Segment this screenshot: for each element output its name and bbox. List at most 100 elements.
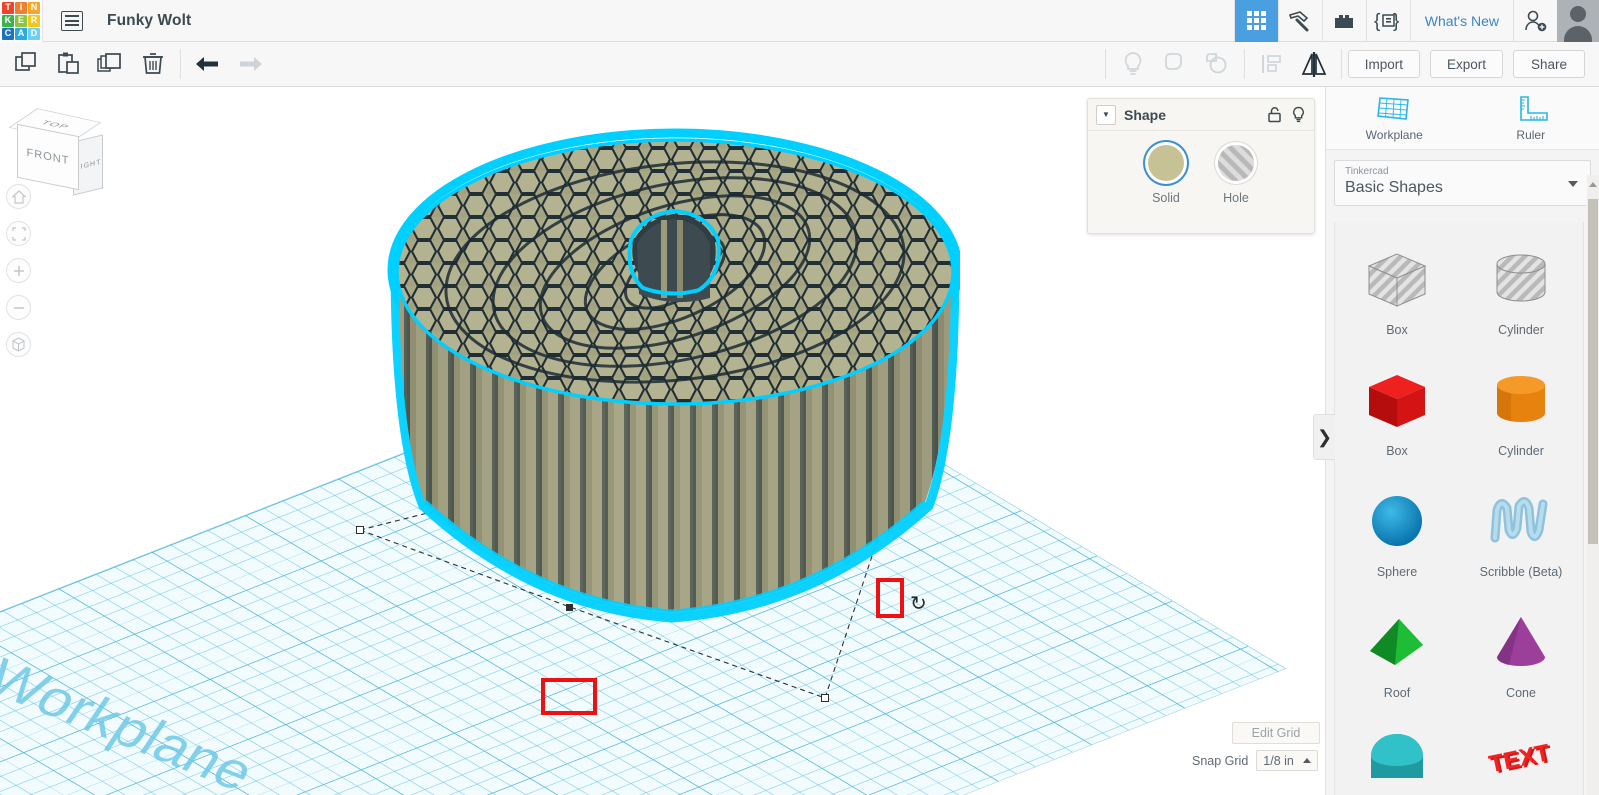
edit-grid-button[interactable]: Edit Grid: [1232, 722, 1320, 744]
group-shape-icon: [1164, 53, 1182, 70]
shape-cylinder-orange[interactable]: Cylinder: [1459, 343, 1583, 464]
shape-roof-green[interactable]: Roof: [1335, 585, 1459, 706]
duplicate-button[interactable]: [90, 42, 132, 87]
undo-arrow-icon: [196, 57, 218, 71]
light-bulb-button[interactable]: [1112, 42, 1154, 87]
scroll-up-arrow-icon[interactable]: [1589, 182, 1597, 187]
logo-tile-k: K: [2, 14, 14, 27]
nav-circuits-button[interactable]: [1277, 0, 1322, 42]
delete-button[interactable]: [132, 42, 174, 87]
snap-grid-label: Snap Grid: [1192, 753, 1249, 768]
hole-label: Hole: [1223, 191, 1249, 205]
shape-cylinder-hole[interactable]: Cylinder: [1459, 222, 1583, 343]
share-button[interactable]: Share: [1513, 50, 1585, 78]
fit-brackets-icon: [11, 226, 26, 241]
shape-sphere-blue[interactable]: Sphere: [1335, 464, 1459, 585]
duplicate-icon: [97, 53, 121, 72]
align-icon: [1261, 55, 1281, 73]
shapes-sidebar: Workplane Ruler Tinkercad Basic Shapes B…: [1325, 87, 1599, 795]
grid-icon: [1246, 11, 1266, 30]
top-bar-right: { } What's New: [1233, 0, 1599, 42]
align-button[interactable]: [1251, 42, 1293, 87]
brick-icon: [1335, 14, 1354, 28]
logo-tile-c: C: [2, 27, 14, 40]
bbox-corner-handle-bottom[interactable]: [821, 694, 829, 702]
shape-grid: Box Cylinder Box Cylinder Sphere Scribbl…: [1335, 222, 1583, 795]
paste-button[interactable]: [48, 42, 90, 87]
teal-halfcylinder-icon: [1352, 720, 1442, 790]
shape-label: Box: [1386, 323, 1408, 337]
unlock-icon[interactable]: [1267, 106, 1282, 123]
page-title: Funky Wolt: [107, 11, 192, 29]
view-cube[interactable]: RIGHT TOP FRONT: [8, 100, 103, 196]
sidebar-collapse-toggle[interactable]: ❯: [1313, 414, 1335, 460]
nav-blocks-button[interactable]: [1321, 0, 1366, 42]
shape-cone-purple[interactable]: Cone: [1459, 585, 1583, 706]
nav-designs-button[interactable]: [1233, 0, 1278, 42]
project-menu-button[interactable]: [51, 0, 93, 42]
ruler-tool[interactable]: Ruler: [1463, 87, 1599, 149]
invite-button[interactable]: [1513, 0, 1557, 42]
shape-library-grid[interactable]: Box Cylinder Box Cylinder Sphere Scribbl…: [1334, 222, 1584, 795]
collapse-panel-button[interactable]: ▼: [1096, 104, 1116, 125]
ungroup-button[interactable]: [1196, 42, 1238, 87]
chevron-down-icon: [1568, 181, 1578, 187]
divider: [1340, 49, 1342, 79]
tinkercad-logo[interactable]: TIN KER CAD: [0, 0, 42, 42]
shape-box-red[interactable]: Box: [1335, 343, 1459, 464]
shape-properties-panel[interactable]: ▼ Shape Solid Hole: [1087, 98, 1315, 234]
home-view-button[interactable]: [6, 184, 31, 209]
blue-sphere-icon: [1352, 481, 1442, 561]
chevron-up-icon: [1303, 758, 1312, 763]
copy-button[interactable]: [6, 42, 48, 87]
view-cube-front[interactable]: FRONT: [17, 123, 79, 191]
hole-swatch[interactable]: Hole: [1218, 145, 1254, 205]
fit-to-view-button[interactable]: [6, 221, 31, 246]
divider: [1104, 49, 1106, 79]
green-roof-icon: [1352, 602, 1442, 682]
divider: [42, 0, 43, 42]
shape-scribble[interactable]: Scribble (Beta): [1459, 464, 1583, 585]
avatar[interactable]: [1557, 0, 1599, 42]
red-text-icon: TEXT TEXT: [1476, 720, 1566, 790]
hole-cylinder-icon: [1476, 239, 1566, 319]
svg-text:}: }: [1393, 11, 1399, 32]
zoom-in-button[interactable]: [6, 258, 31, 283]
hole-pattern-circle: [1218, 145, 1254, 181]
solid-swatch[interactable]: Solid: [1148, 145, 1184, 205]
scrollbar-thumb[interactable]: [1588, 199, 1598, 544]
selected-3d-object[interactable]: [385, 102, 963, 632]
tinkercad-app: TINKERCAD Funky Wolt {} What's New Impo…: [0, 0, 1599, 795]
solid-label: Solid: [1152, 191, 1180, 205]
top-bar: TINKERCAD Funky Wolt {} What's New: [0, 0, 1599, 42]
svg-text:{: {: [1374, 11, 1381, 32]
shape-text-red[interactable]: TEXT TEXT: [1459, 706, 1583, 795]
shape-box-hole[interactable]: Box: [1335, 222, 1459, 343]
export-button[interactable]: Export: [1429, 50, 1503, 78]
shape-label: Cone: [1506, 686, 1536, 700]
logo-tile-t: T: [2, 1, 14, 14]
sidebar-scrollbar[interactable]: [1587, 175, 1599, 795]
mirror-button[interactable]: [1293, 42, 1335, 87]
shape-panel-icons: [1267, 106, 1306, 123]
library-select[interactable]: Tinkercad Basic Shapes: [1334, 160, 1591, 206]
zoom-out-button[interactable]: [6, 295, 31, 320]
nav-codeblocks-button[interactable]: { }: [1365, 0, 1410, 42]
logo-tile-a: A: [15, 27, 27, 40]
sidebar-tools: Workplane Ruler: [1326, 87, 1599, 150]
import-button[interactable]: Import: [1347, 50, 1420, 78]
workplane-tool[interactable]: Workplane: [1326, 87, 1463, 149]
undo-button[interactable]: [187, 42, 229, 87]
shape-panel-title: Shape: [1124, 106, 1167, 123]
group-button[interactable]: [1154, 42, 1196, 87]
home-icon: [11, 189, 26, 204]
shape-halfcylinder-teal[interactable]: [1335, 706, 1459, 795]
ortho-perspective-button[interactable]: [6, 332, 31, 357]
codeblocks-icon: { }: [1374, 11, 1399, 32]
bulb-icon[interactable]: [1291, 106, 1306, 123]
bbox-corner-handle-left[interactable]: [356, 526, 364, 534]
snap-grid-select[interactable]: 1/8 in: [1256, 750, 1319, 771]
whats-new-link[interactable]: What's New: [1409, 0, 1513, 42]
library-select-wrap: Tinkercad Basic Shapes: [1326, 150, 1599, 214]
redo-button[interactable]: [229, 42, 271, 87]
